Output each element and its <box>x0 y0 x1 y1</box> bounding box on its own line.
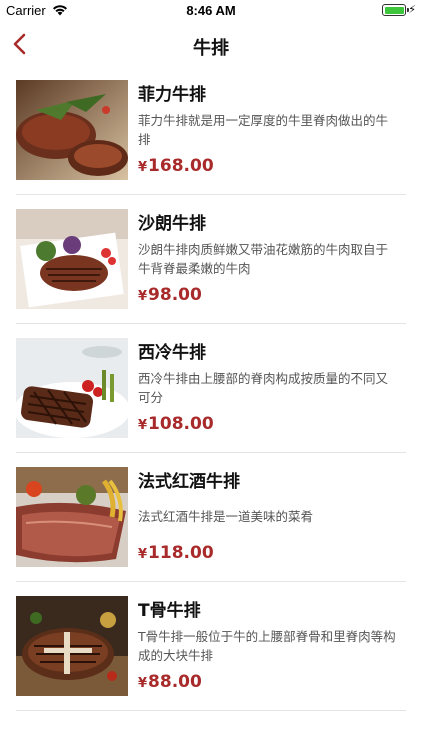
item-description: T骨牛排一般位于牛的上腰部脊骨和里脊肉等构成的大块牛排 <box>138 629 396 663</box>
item-description: 沙朗牛排肉质鲜嫩又带油花嫩筋的牛肉取自于牛背脊最柔嫩的牛肉 <box>138 242 389 276</box>
list-item[interactable]: 沙朗牛排 沙朗牛排肉质鲜嫩又带油花嫩筋的牛肉取自于牛背脊最柔嫩的牛肉 ¥98.0… <box>0 195 422 325</box>
item-description: 菲力牛排就是用一定厚度的牛里脊肉做出的牛排 <box>138 113 389 147</box>
item-price: ¥88.00 <box>138 672 202 692</box>
page-title: 牛排 <box>193 38 229 59</box>
battery-icon <box>382 4 409 16</box>
item-name: T骨牛排 <box>138 601 201 621</box>
item-name: 法式红酒牛排 <box>138 472 240 492</box>
steak-photo <box>16 80 128 180</box>
steak-photo <box>16 209 128 309</box>
status-bar: Carrier 8:46 AM ⚡ <box>0 0 422 22</box>
list-item[interactable]: 菲力牛排 菲力牛排就是用一定厚度的牛里脊肉做出的牛排 ¥168.00 <box>0 66 422 196</box>
item-description: 西冷牛排由上腰部的脊肉构成按质量的不同又可分 <box>138 371 389 405</box>
item-price: ¥108.00 <box>138 414 214 434</box>
list-item[interactable]: 法式红酒牛排 法式红酒牛排是一道美味的菜肴 ¥118.00 <box>0 453 422 583</box>
clock: 8:46 AM <box>186 3 236 18</box>
item-name: 沙朗牛排 <box>138 214 206 234</box>
item-price: ¥118.00 <box>138 543 214 563</box>
divider <box>16 710 406 711</box>
item-description: 法式红酒牛排是一道美味的菜肴 <box>138 509 314 524</box>
steak-photo <box>16 467 128 567</box>
steak-photo <box>16 596 128 696</box>
item-name: 西冷牛排 <box>138 343 206 363</box>
item-price: ¥168.00 <box>138 156 214 176</box>
list-item[interactable]: T骨牛排 T骨牛排一般位于牛的上腰部脊骨和里脊肉等构成的大块牛排 ¥88.00 <box>0 582 422 712</box>
navigation-bar: 牛排 <box>0 22 422 66</box>
item-price: ¥98.00 <box>138 285 202 305</box>
item-name: 菲力牛排 <box>138 85 206 105</box>
list-item[interactable]: 西冷牛排 西冷牛排由上腰部的脊肉构成按质量的不同又可分 ¥108.00 <box>0 324 422 454</box>
charging-icon: ⚡ <box>408 3 416 16</box>
steak-photo <box>16 338 128 438</box>
